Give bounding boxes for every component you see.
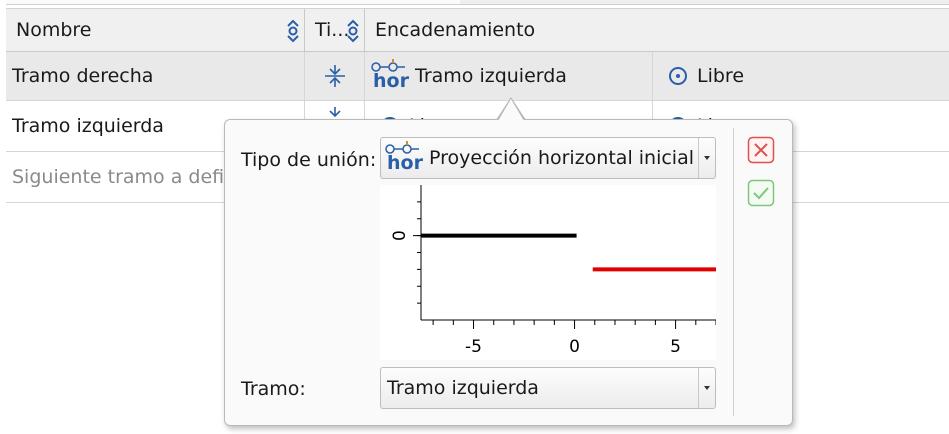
status-label: Libre: [697, 65, 745, 87]
y-tick-label: 0: [390, 230, 410, 241]
chevron-down-icon[interactable]: [698, 138, 715, 178]
top-toolbar-shade: [460, 0, 949, 4]
tipo-union-select[interactable]: hor Proyección horizontal inicial: [380, 137, 716, 179]
divider: [733, 128, 734, 416]
chevron-down-icon[interactable]: [698, 368, 715, 408]
icon-label: hor: [373, 70, 409, 92]
tramo-select[interactable]: Tramo izquierda: [380, 367, 716, 409]
sort-icon[interactable]: [345, 18, 361, 44]
column-label: Encadenamiento: [375, 19, 536, 41]
column-header-tipo[interactable]: Ti...: [305, 9, 365, 52]
close-icon[interactable]: [747, 136, 775, 164]
popup-pointer-fill: [498, 99, 524, 121]
chart-background: [380, 185, 716, 360]
cell-chain[interactable]: hor Tramo izquierda: [365, 52, 653, 100]
join-preview-chart: 0 -5 0 5: [380, 185, 716, 360]
column-label: Nombre: [16, 19, 92, 41]
tipo-label: Tipo de unión:: [241, 149, 377, 171]
tramo-label: Tramo:: [241, 378, 306, 400]
table-header: Nombre Ti... Encadenamiento: [6, 8, 949, 52]
icon-label: hor: [387, 152, 423, 174]
check-icon[interactable]: [747, 179, 775, 207]
tramo-value: Tramo izquierda: [387, 377, 539, 399]
x-tick-label: -5: [465, 337, 482, 357]
x-tick-label: 5: [670, 337, 681, 357]
join-icon: [324, 65, 345, 87]
cell-name: Tramo derecha: [6, 52, 305, 100]
tipo-value: Proyección horizontal inicial: [429, 147, 695, 169]
cell-type[interactable]: [305, 52, 365, 100]
horizontal-projection-icon: hor: [371, 59, 409, 93]
column-header-nombre[interactable]: Nombre: [6, 9, 305, 52]
horizontal-projection-icon: hor: [385, 141, 423, 175]
chain-label: Tramo izquierda: [415, 65, 567, 87]
column-header-encadenamiento[interactable]: Encadenamiento: [365, 9, 949, 52]
join-popup: Tipo de unión: hor Proyección horizontal…: [224, 119, 793, 426]
table-row[interactable]: Tramo derecha hor Tramo izquierda Libre: [6, 52, 949, 101]
x-tick-label: 0: [569, 337, 580, 357]
free-icon: [669, 67, 687, 85]
sort-icon[interactable]: [285, 18, 301, 44]
cell-status[interactable]: Libre: [653, 52, 949, 100]
